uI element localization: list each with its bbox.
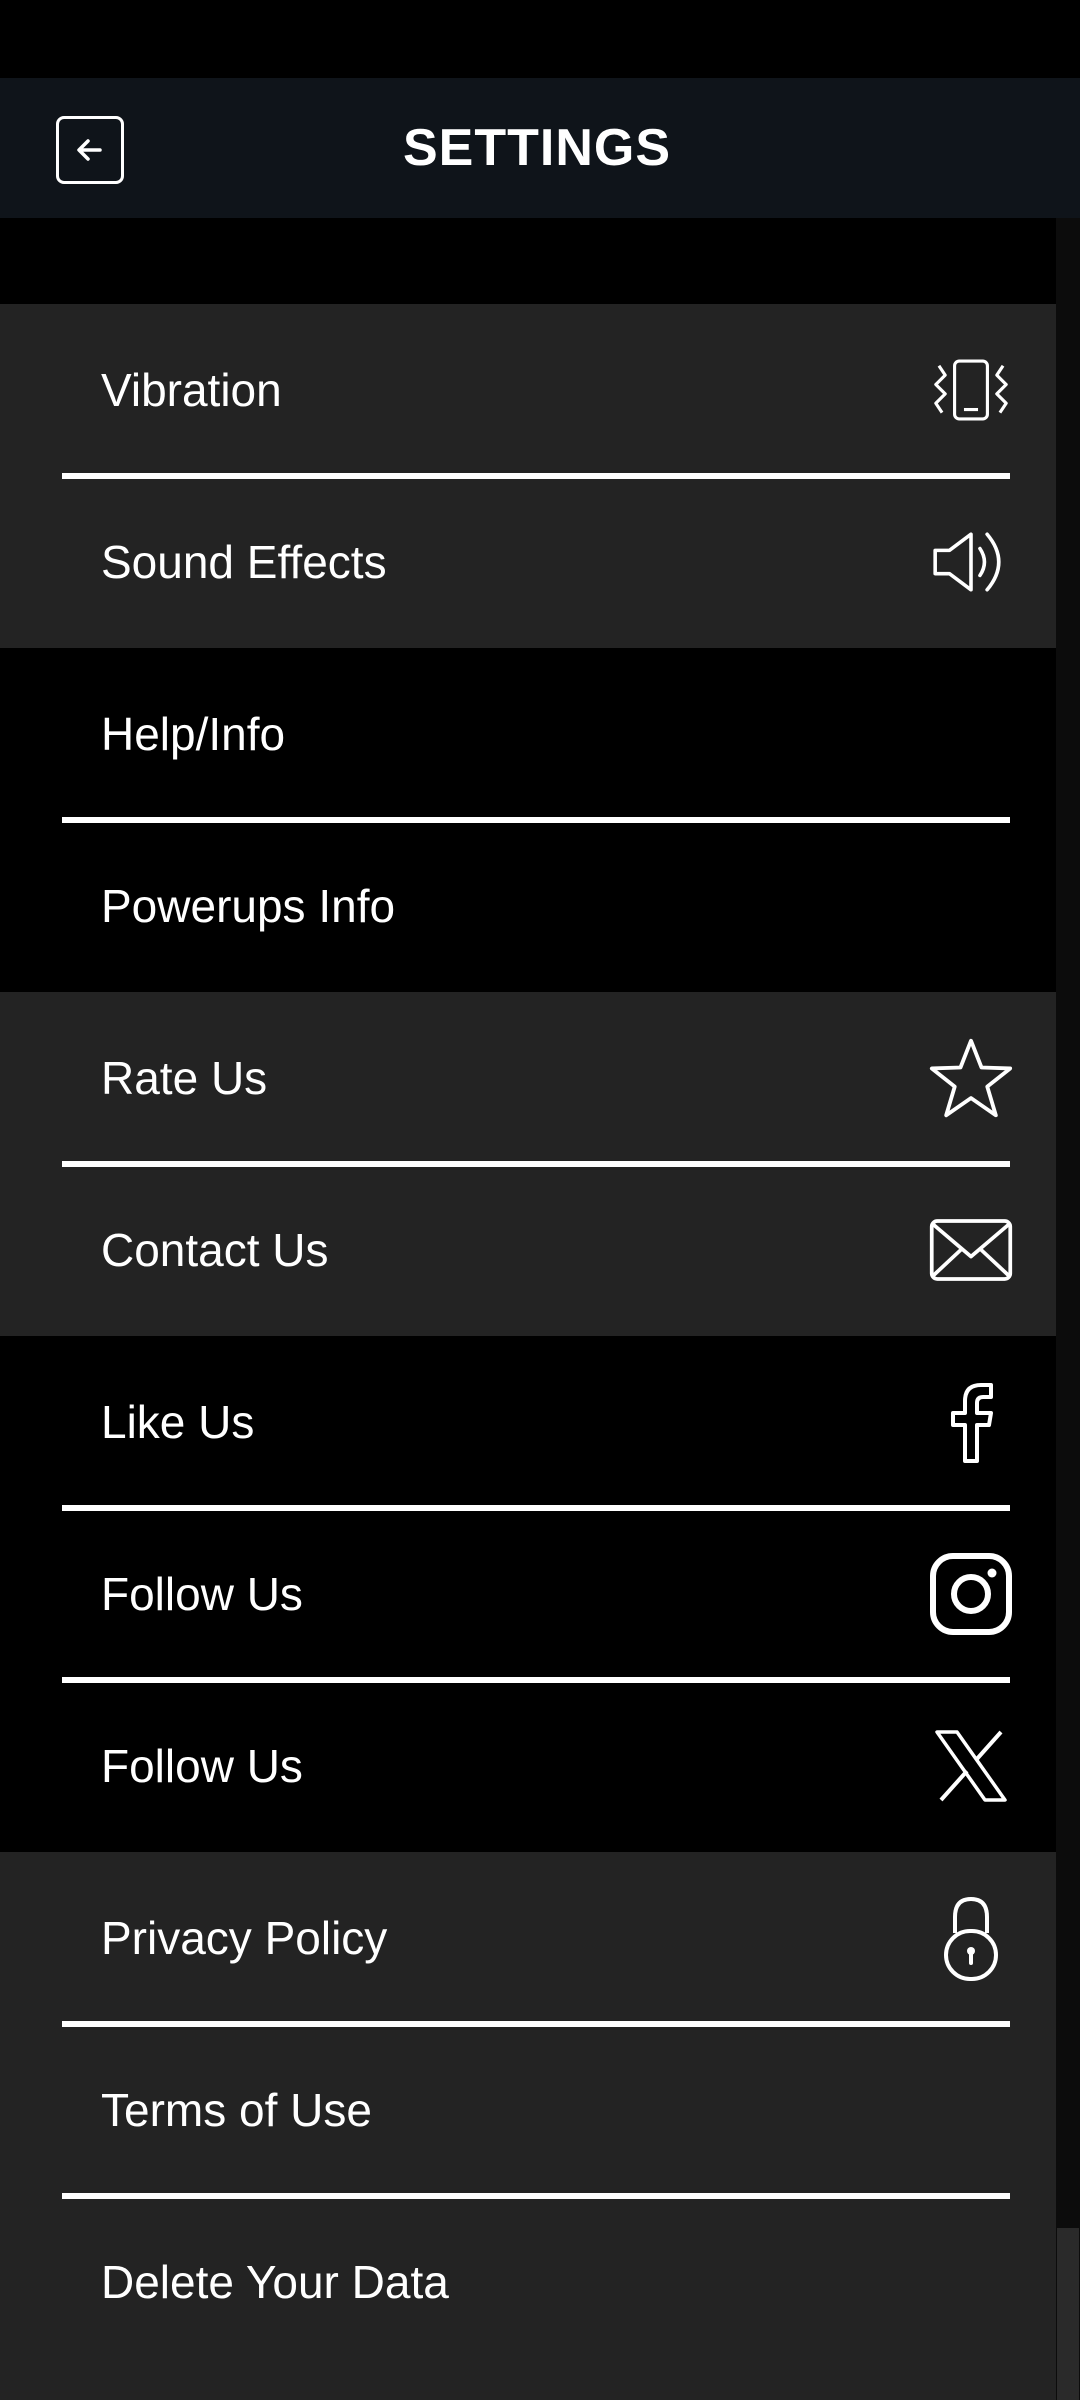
settings-item-label: Sound Effects xyxy=(101,536,387,588)
settings-item-label: Rate Us xyxy=(101,1052,268,1104)
settings-list: Vibration Sound Effects Help/Info Poweru… xyxy=(0,218,1056,2400)
settings-item-like-us[interactable]: Like Us xyxy=(0,1336,1056,1511)
instagram-icon xyxy=(928,1551,1014,1637)
speaker-icon xyxy=(928,519,1014,605)
settings-item-follow-us-x[interactable]: Follow Us xyxy=(0,1680,1056,1852)
settings-item-powerups-info[interactable]: Powerups Info xyxy=(0,820,1056,992)
settings-item-privacy-policy[interactable]: Privacy Policy xyxy=(0,1852,1056,2027)
vibration-icon xyxy=(928,347,1014,433)
lock-icon xyxy=(928,1895,1014,1981)
settings-group-feedback: Rate Us Contact Us xyxy=(0,992,1056,1336)
settings-group-device: Vibration Sound Effects xyxy=(0,304,1056,648)
settings-item-rate-us[interactable]: Rate Us xyxy=(0,992,1056,1167)
settings-group-help: Help/Info Powerups Info xyxy=(0,648,1056,992)
facebook-icon xyxy=(928,1379,1014,1465)
settings-group-social: Like Us Follow Us Follow Us xyxy=(0,1336,1056,1852)
settings-item-terms-of-use[interactable]: Terms of Use xyxy=(0,2024,1056,2199)
settings-item-label: Vibration xyxy=(101,364,282,416)
settings-item-label: Privacy Policy xyxy=(101,1912,388,1964)
settings-item-sound-effects[interactable]: Sound Effects xyxy=(0,476,1056,648)
scrollbar-thumb[interactable] xyxy=(1057,2228,1079,2400)
settings-item-delete-your-data[interactable]: Delete Your Data xyxy=(0,2196,1056,2368)
settings-item-help-info[interactable]: Help/Info xyxy=(0,648,1056,823)
settings-item-follow-us-instagram[interactable]: Follow Us xyxy=(0,1508,1056,1683)
settings-item-label: Delete Your Data xyxy=(101,2256,449,2308)
x-icon xyxy=(928,1723,1014,1809)
page-title: SETTINGS xyxy=(402,119,672,177)
settings-item-label: Follow Us xyxy=(101,1568,303,1620)
settings-item-label: Help/Info xyxy=(101,708,286,760)
settings-group-legal: Privacy Policy Terms of Use Delete Your … xyxy=(0,1852,1056,2400)
mail-icon xyxy=(928,1207,1014,1293)
app-header: SETTINGS xyxy=(0,78,1080,218)
star-icon xyxy=(928,1035,1014,1121)
settings-item-label: Like Us xyxy=(101,1396,255,1448)
settings-item-label: Contact Us xyxy=(101,1224,329,1276)
settings-item-label: Terms of Use xyxy=(101,2084,372,2136)
settings-item-contact-us[interactable]: Contact Us xyxy=(0,1164,1056,1336)
scrollbar[interactable] xyxy=(1056,218,1080,2400)
settings-item-label: Follow Us xyxy=(101,1740,303,1792)
status-bar xyxy=(0,0,1080,78)
settings-item-vibration[interactable]: Vibration xyxy=(0,304,1056,479)
settings-item-label: Powerups Info xyxy=(101,880,396,932)
